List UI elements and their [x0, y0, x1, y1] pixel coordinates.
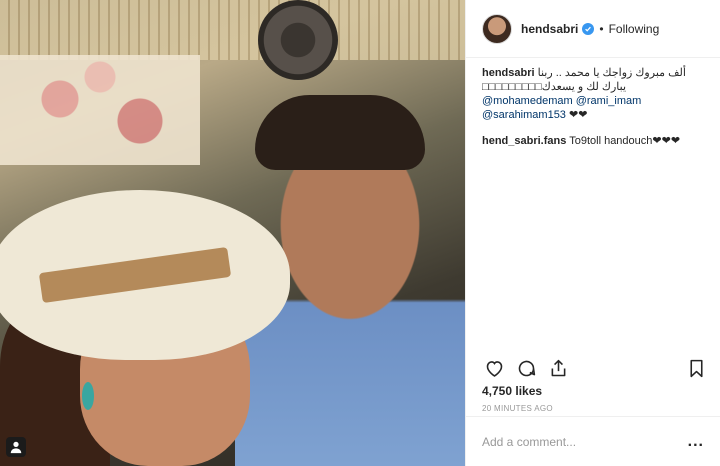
header-separator: •: [599, 21, 604, 36]
add-comment-bar: ...: [466, 416, 720, 466]
post-photo[interactable]: [0, 0, 465, 466]
verified-badge-icon: [582, 22, 595, 35]
post-header: hendsabri • Following: [466, 0, 720, 58]
action-bar: [482, 354, 708, 382]
comment-text: To9toll handouch❤❤❤: [569, 135, 681, 147]
post-side-panel: hendsabri • Following hendsabri ألف مبرو…: [465, 0, 720, 466]
photo-fan: [258, 0, 338, 80]
comment-username[interactable]: hend_sabri.fans: [482, 135, 566, 147]
likes-count[interactable]: 4,750 likes: [482, 384, 542, 398]
caption-username[interactable]: hendsabri: [482, 67, 535, 79]
avatar[interactable]: [482, 13, 512, 44]
caption-hearts: ❤❤: [569, 109, 588, 121]
heart-icon[interactable]: [482, 356, 506, 380]
add-comment-input[interactable]: [482, 434, 688, 449]
photo-earring: [82, 382, 94, 410]
comments-section: hendsabri ألف مبروك زواجك يا محمد .. ربن…: [466, 58, 720, 147]
post-timestamp: 20 MINUTES AGO: [482, 404, 553, 413]
share-icon[interactable]: [546, 356, 570, 380]
instagram-post: hendsabri • Following hendsabri ألف مبرو…: [0, 0, 720, 466]
comment: hend_sabri.fans To9toll handouch❤❤❤: [482, 134, 704, 147]
bookmark-icon[interactable]: [684, 356, 708, 380]
comment-icon[interactable]: [514, 356, 538, 380]
mention-link[interactable]: @sarahimam153: [482, 109, 566, 121]
mention-link[interactable]: @mohamedemam: [482, 95, 573, 107]
user-tag-icon[interactable]: [6, 437, 26, 457]
header-username[interactable]: hendsabri: [521, 22, 578, 36]
following-button[interactable]: Following: [609, 22, 660, 36]
user-tag-glyph: [10, 441, 22, 454]
photo-ceiling: [0, 0, 465, 60]
more-options-button[interactable]: ...: [688, 433, 704, 451]
caption: hendsabri ألف مبروك زواجك يا محمد .. ربن…: [482, 66, 704, 122]
mention-link[interactable]: @rami_imam: [576, 95, 642, 107]
photo-man-hair: [255, 95, 425, 170]
photo-mural: [0, 55, 200, 165]
